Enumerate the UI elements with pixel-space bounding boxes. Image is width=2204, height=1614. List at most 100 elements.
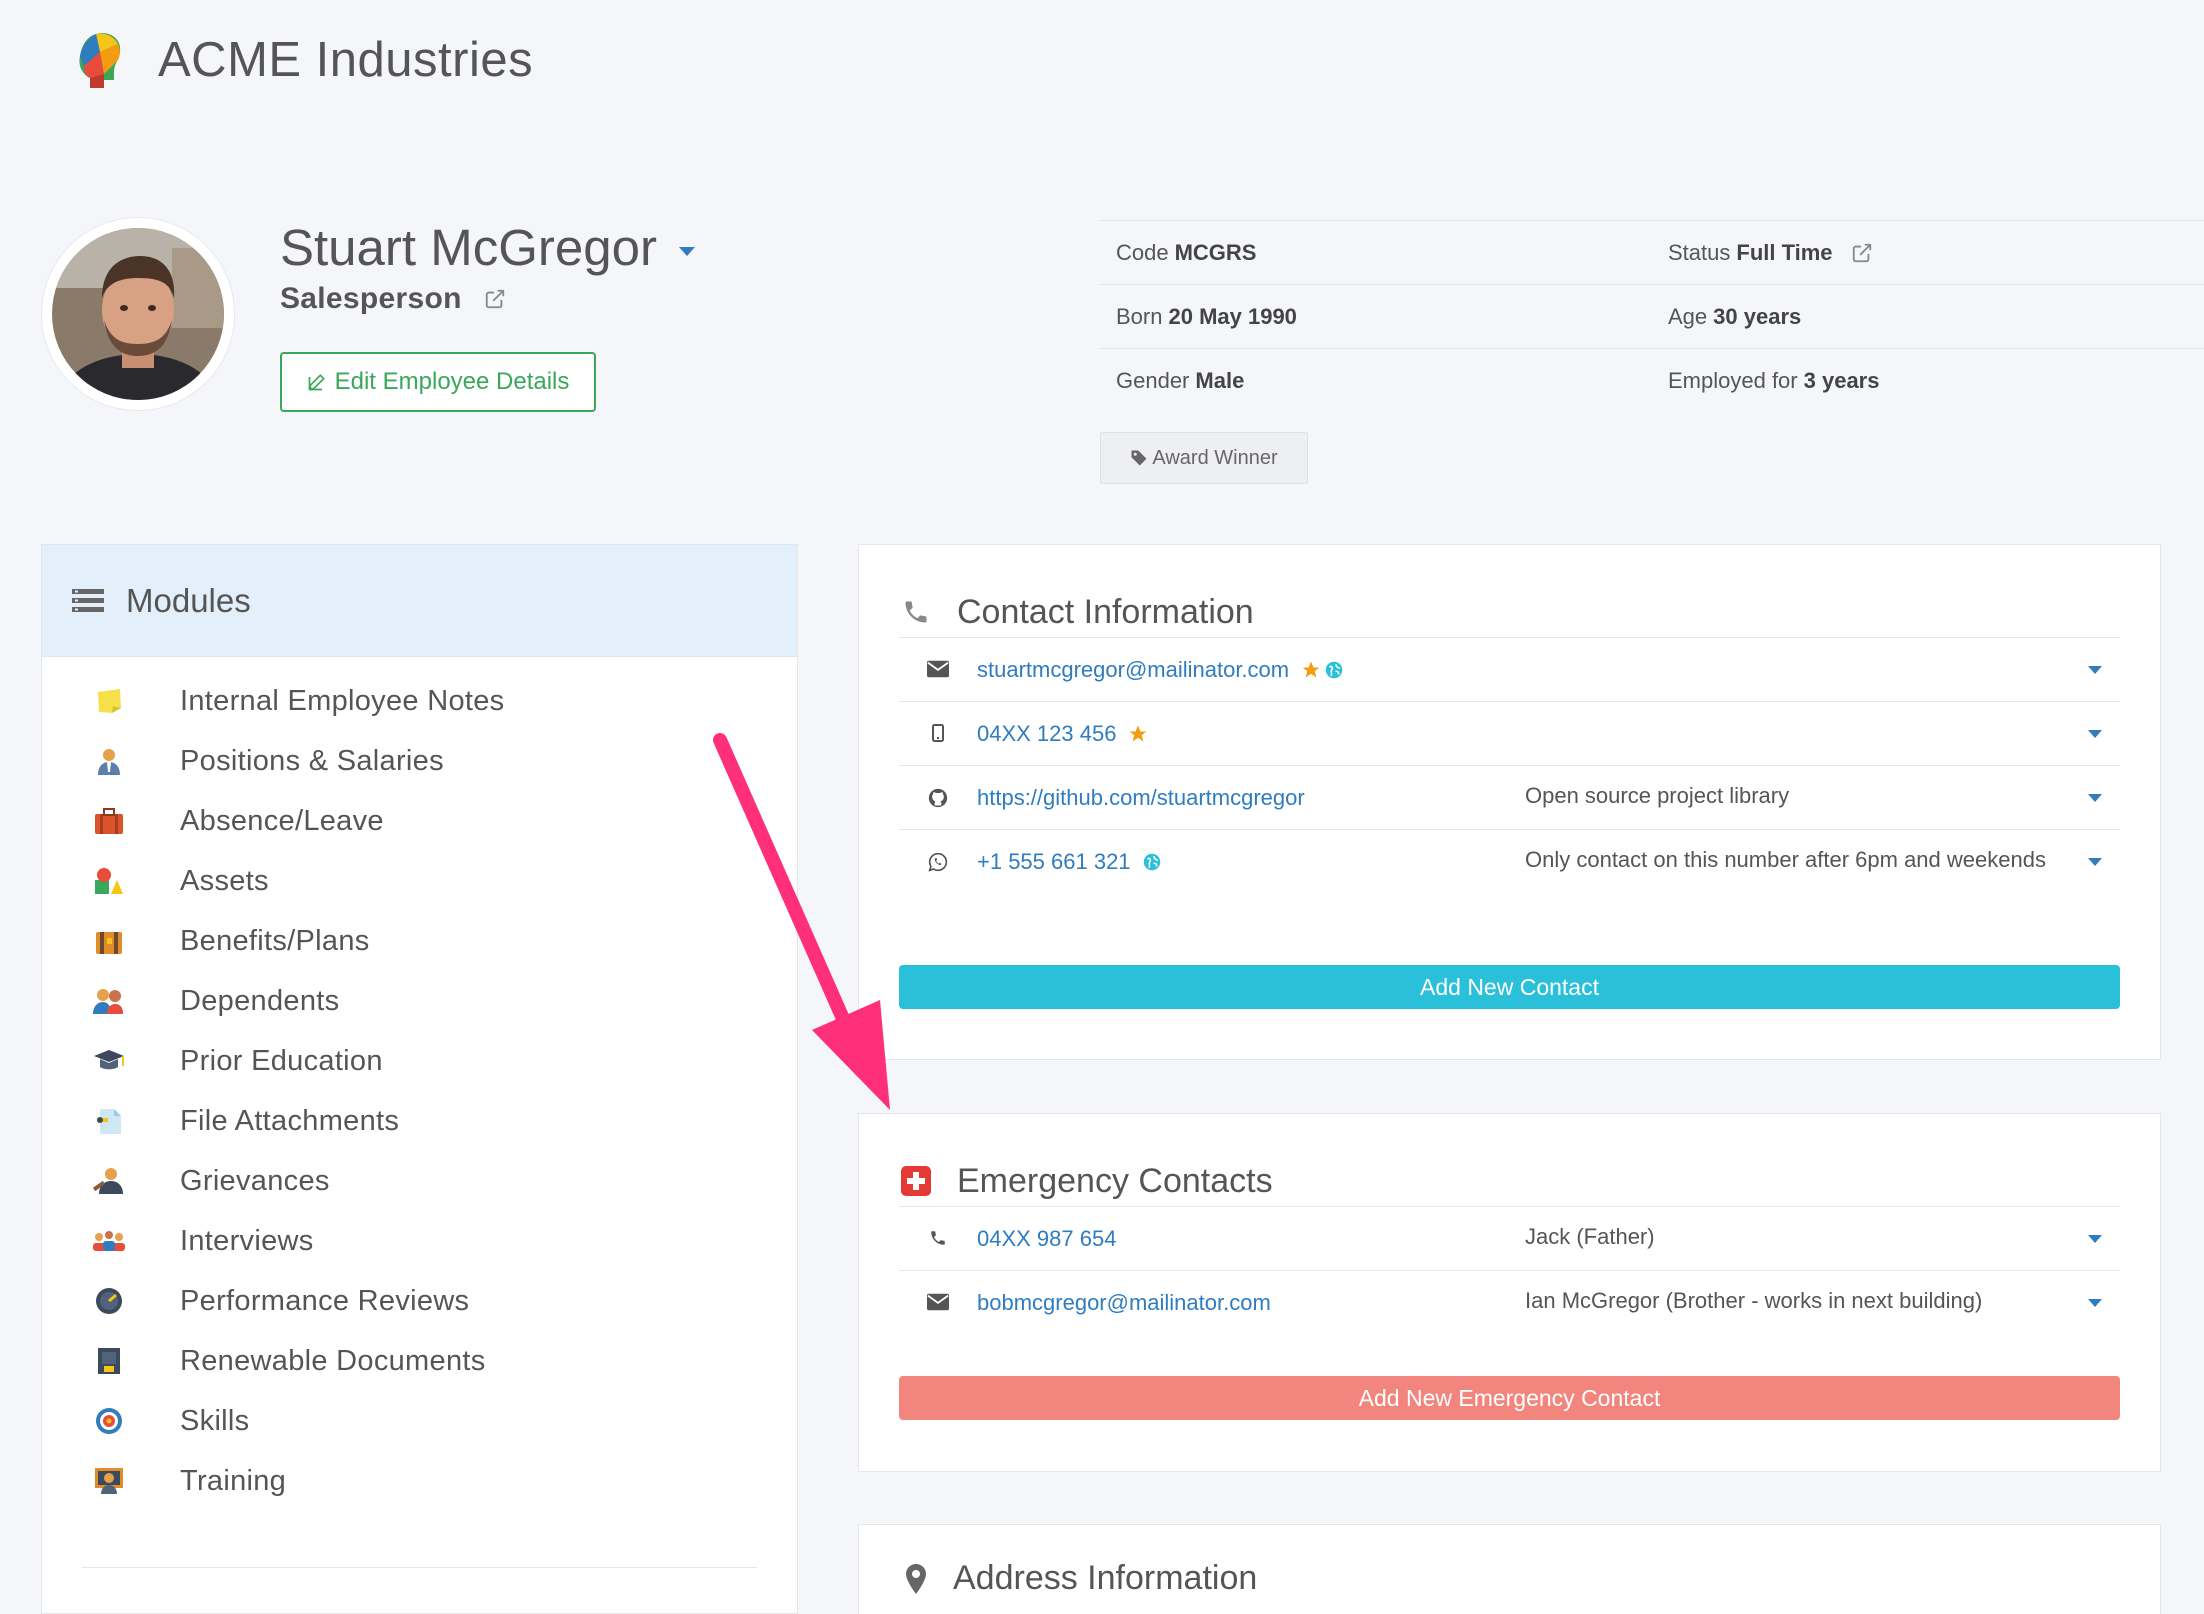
- contact-github-link[interactable]: https://github.com/stuartmcgregor: [977, 785, 1305, 811]
- employee-name[interactable]: Stuart McGregor: [280, 218, 695, 277]
- module-item[interactable]: Performance Reviews: [42, 1271, 797, 1331]
- add-new-emergency-contact-button[interactable]: Add New Emergency Contact: [899, 1376, 2120, 1420]
- contact-value[interactable]: stuartmcgregor@mailinator.com: [977, 657, 1525, 683]
- info-label: Age: [1668, 303, 1708, 329]
- gauge-icon: [92, 1284, 126, 1318]
- info-value: Male: [1195, 367, 1245, 393]
- chest-icon: [92, 924, 126, 958]
- sticky-note-icon: [92, 684, 126, 718]
- family-icon: [92, 984, 126, 1018]
- emergency-row[interactable]: bobmcgregor@mailinator.com Ian McGregor …: [899, 1270, 2120, 1334]
- contact-phone-link[interactable]: 04XX 123 456: [977, 721, 1116, 747]
- edit-employee-label: Edit Employee Details: [334, 368, 570, 395]
- info-row: Code MCGRS Status Full Time: [1100, 220, 2204, 284]
- contact-row[interactable]: +1 555 661 321 Only contact on this numb…: [899, 829, 2120, 895]
- person-icon: [92, 744, 126, 778]
- contact-value[interactable]: +1 555 661 321: [977, 849, 1525, 875]
- emergency-note: Ian McGregor (Brother - works in next bu…: [1525, 1288, 1983, 1313]
- edit-icon: [308, 374, 325, 391]
- info-age: Age 30 years: [1652, 304, 2204, 330]
- emergency-contacts-card: Emergency Contacts 04XX 987 654 Jack (Fa…: [858, 1113, 2161, 1472]
- contact-note: [1525, 717, 2070, 731]
- phone-icon: [899, 1226, 977, 1247]
- contact-whatsapp-link[interactable]: +1 555 661 321: [977, 849, 1131, 875]
- module-label: Assets: [180, 864, 269, 897]
- phone-icon: [899, 598, 933, 626]
- module-label: Prior Education: [180, 1044, 383, 1077]
- module-label: Positions & Salaries: [180, 744, 444, 777]
- emergency-email-link[interactable]: bobmcgregor@mailinator.com: [977, 1290, 1271, 1316]
- module-label: Absence/Leave: [180, 804, 384, 837]
- caret-down-icon[interactable]: [2070, 785, 2120, 802]
- contact-row[interactable]: 04XX 123 456: [899, 701, 2120, 765]
- module-label: Renewable Documents: [180, 1344, 486, 1377]
- contact-value[interactable]: https://github.com/stuartmcgregor: [977, 785, 1525, 811]
- caret-down-icon[interactable]: [678, 247, 695, 256]
- caret-down-icon[interactable]: [2070, 657, 2120, 674]
- blocks-icon: [92, 864, 126, 898]
- emergency-note: Jack (Father): [1525, 1224, 1655, 1249]
- tag-icon: [1131, 450, 1147, 466]
- module-item[interactable]: File Attachments: [42, 1091, 797, 1151]
- external-link-icon[interactable]: [1851, 242, 1873, 264]
- github-icon: [899, 785, 977, 808]
- award-tag[interactable]: Award Winner: [1100, 432, 1308, 484]
- caret-down-icon[interactable]: [2070, 1226, 2120, 1243]
- emergency-row[interactable]: 04XX 987 654 Jack (Father): [899, 1206, 2120, 1270]
- info-born: Born 20 May 1990: [1100, 304, 1652, 330]
- brand[interactable]: ACME Industries: [74, 30, 533, 90]
- info-value: Full Time: [1736, 239, 1833, 265]
- module-item[interactable]: Dependents: [42, 971, 797, 1031]
- module-label: Internal Employee Notes: [180, 684, 505, 717]
- module-item[interactable]: Prior Education: [42, 1031, 797, 1091]
- employee-role-text: Salesperson: [280, 282, 462, 315]
- caret-down-icon[interactable]: [2070, 721, 2120, 738]
- map-pin-icon: [899, 1563, 933, 1594]
- emergency-value[interactable]: 04XX 987 654: [977, 1226, 1525, 1252]
- module-item[interactable]: Skills: [42, 1391, 797, 1451]
- module-item[interactable]: Internal Employee Notes: [42, 671, 797, 731]
- module-item[interactable]: Renewable Documents: [42, 1331, 797, 1391]
- edit-employee-button[interactable]: Edit Employee Details: [280, 352, 596, 412]
- brand-logo-icon: [74, 30, 126, 90]
- module-item[interactable]: Grievances: [42, 1151, 797, 1211]
- emergency-contacts-title: Emergency Contacts: [957, 1161, 1273, 1200]
- avatar[interactable]: [42, 218, 234, 410]
- star-icon: [1130, 725, 1147, 742]
- envelope-icon: [899, 657, 977, 678]
- employee-info-grid: Code MCGRS Status Full Time Born 20 May …: [1100, 220, 2204, 412]
- add-new-contact-button[interactable]: Add New Contact: [899, 965, 2120, 1009]
- module-label: Grievances: [180, 1164, 330, 1197]
- contact-email-link[interactable]: stuartmcgregor@mailinator.com: [977, 657, 1289, 683]
- module-label: Dependents: [180, 984, 340, 1017]
- info-label: Born: [1116, 303, 1163, 329]
- contact-value[interactable]: 04XX 123 456: [977, 721, 1525, 747]
- target-icon: [92, 1404, 126, 1438]
- emergency-value[interactable]: bobmcgregor@mailinator.com: [977, 1290, 1525, 1316]
- info-code: Code MCGRS: [1100, 240, 1652, 266]
- module-item[interactable]: Interviews: [42, 1211, 797, 1271]
- divider: [82, 1567, 757, 1568]
- module-item[interactable]: Benefits/Plans: [42, 911, 797, 971]
- info-gender: Gender Male: [1100, 368, 1652, 394]
- info-employed: Employed for 3 years: [1652, 368, 2204, 394]
- module-item[interactable]: Assets: [42, 851, 797, 911]
- emergency-phone-link[interactable]: 04XX 987 654: [977, 1226, 1116, 1252]
- address-information-card: Address Information: [858, 1524, 2161, 1614]
- module-item[interactable]: Training: [42, 1451, 797, 1511]
- emergency-rows: 04XX 987 654 Jack (Father) bobmcgregor@m…: [899, 1206, 2120, 1334]
- info-row: Gender Male Employed for 3 years: [1100, 348, 2204, 412]
- employee-role[interactable]: Salesperson: [280, 282, 506, 316]
- contact-note: Only contact on this number after 6pm an…: [1525, 847, 2046, 872]
- info-status: Status Full Time: [1652, 240, 2204, 266]
- caret-down-icon[interactable]: [2070, 849, 2120, 866]
- module-item[interactable]: Positions & Salaries: [42, 731, 797, 791]
- caret-down-icon[interactable]: [2070, 1290, 2120, 1307]
- graduation-cap-icon: [92, 1044, 126, 1078]
- award-tag-label: Award Winner: [1152, 446, 1278, 469]
- external-link-icon[interactable]: [484, 288, 506, 310]
- contact-row[interactable]: https://github.com/stuartmcgregor Open s…: [899, 765, 2120, 829]
- contact-note: [1525, 653, 2070, 667]
- module-item[interactable]: Absence/Leave: [42, 791, 797, 851]
- contact-row[interactable]: stuartmcgregor@mailinator.com: [899, 637, 2120, 701]
